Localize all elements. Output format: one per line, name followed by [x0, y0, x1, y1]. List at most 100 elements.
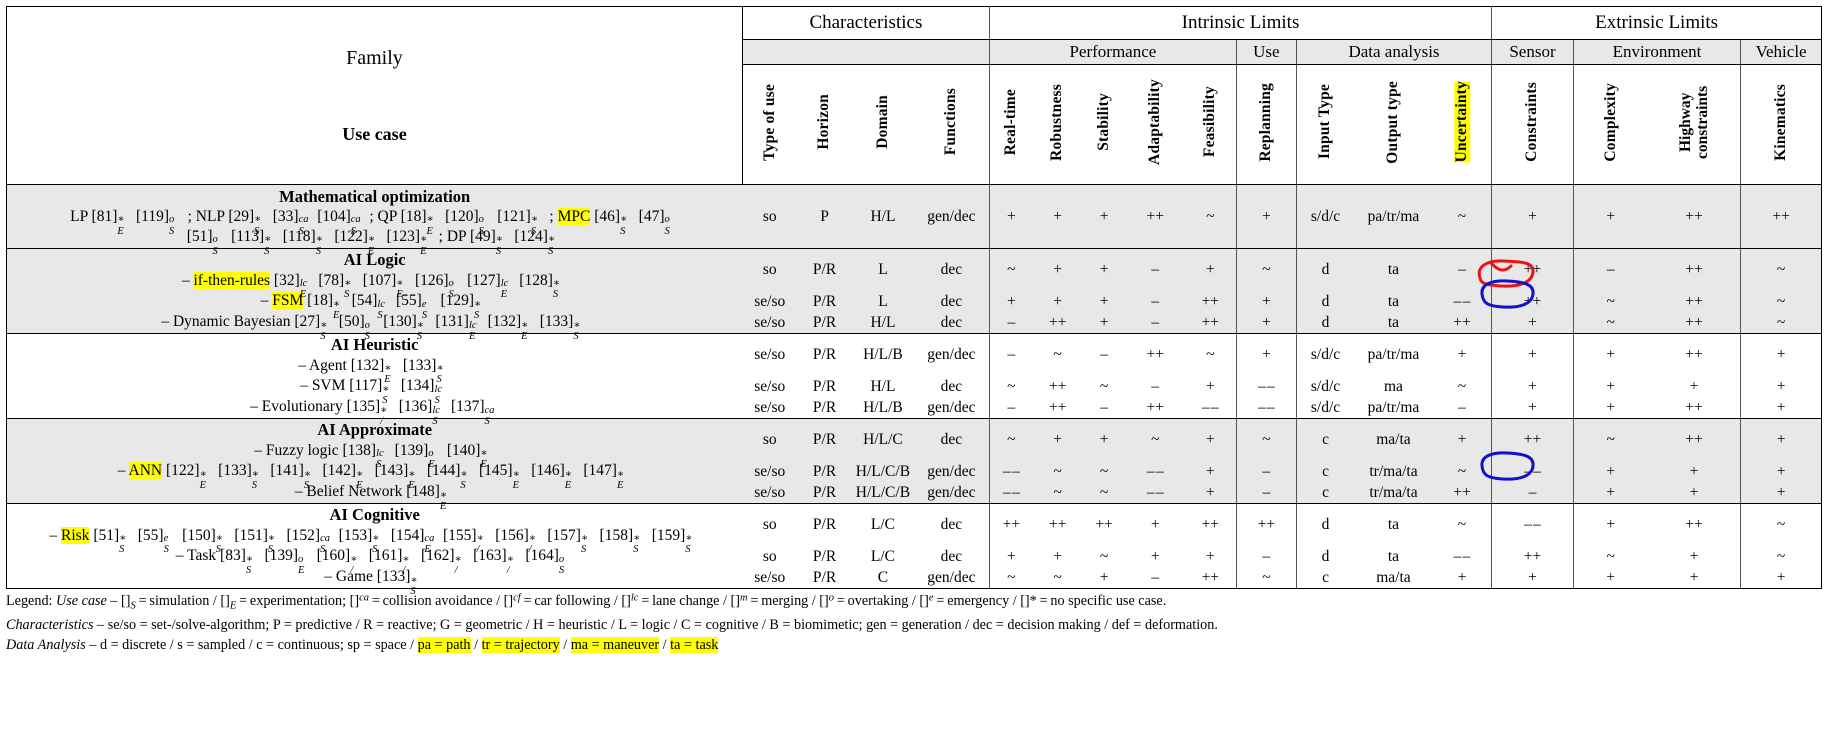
cell-robustness: ++: [1032, 397, 1083, 419]
header-group-characteristics: Characteristics: [742, 6, 990, 40]
legend-line-1: Legend: Use case – []S = simulation / []…: [6, 591, 1822, 615]
cell-replanning: ~: [1236, 248, 1297, 291]
cell-uncertainty: +: [1432, 418, 1493, 461]
cell-feasibility: +: [1184, 376, 1237, 397]
usecase-refs: – FSM [18] ∗ E [54] lc S [55] e S [129] ∗ S: [260, 292, 482, 322]
cell-adaptability: – –: [1146, 462, 1164, 480]
cell-horizon: P/R: [812, 377, 837, 395]
cell-horizon: P/R: [797, 567, 852, 589]
cell-highway-constraints: ++: [1647, 418, 1742, 461]
cell-stability: ++: [1082, 503, 1126, 546]
table-row: – SVM [117] ∗ S [134] lc Sse/so P/R H/L dec ~ ++ ~…: [6, 376, 1822, 406]
cell-domain: L/C: [870, 547, 895, 565]
header-family-label: Family: [346, 46, 403, 69]
cell-kinematics: +: [1740, 482, 1822, 504]
legend-characteristics-title: Characteristics: [6, 616, 94, 633]
table-row: AI Cognitive – Risk [51] ∗ S [55] e S [150] ∗ S…: [6, 503, 1822, 556]
cell-functions: gen/dec: [913, 567, 990, 589]
cell-type-of-use: so: [742, 503, 798, 546]
cell-horizon: P/R: [812, 292, 837, 310]
cell-real-time: ~: [989, 248, 1033, 291]
cell-robustness: ++: [1048, 377, 1067, 395]
cell-feasibility: ++: [1184, 567, 1237, 589]
cell-constraints: –: [1491, 482, 1574, 504]
legend-usecase-title: Use case: [56, 593, 107, 609]
cell-highway-constraints: ++: [1647, 291, 1742, 312]
cell-domain: H/L/B: [851, 397, 914, 419]
legend-usecase-text: – []S = simulation / []E = experimentati…: [110, 592, 1167, 612]
cell-functions: dec: [913, 312, 990, 334]
cell-replanning: –: [1236, 461, 1297, 482]
cell-type-of-use: so: [762, 547, 777, 565]
cell-kinematics: ~: [1740, 546, 1822, 567]
section-title: Mathematical optimization: [279, 186, 471, 206]
cell-uncertainty: ~: [1432, 461, 1493, 482]
cell-kinematics: ++: [1740, 184, 1822, 249]
cell-robustness: +: [1053, 547, 1062, 565]
cell-output-type: ma/ta: [1354, 567, 1433, 589]
cell-input-type: d: [1296, 503, 1355, 546]
cell-type-of-use: se/so: [742, 567, 798, 589]
cell-type-of-use: se/so: [742, 397, 798, 419]
header-subgroup-dataanalysis: Data analysis: [1296, 39, 1493, 65]
cell-constraints: +: [1491, 312, 1574, 334]
cell-stability: +: [1082, 567, 1126, 589]
cell-horizon: P/R: [797, 418, 852, 461]
cell-complexity: ~: [1606, 547, 1615, 565]
cell-stability: +: [1082, 312, 1126, 334]
cell-kinematics: +: [1740, 397, 1822, 419]
cell-highway-constraints: ++: [1647, 248, 1742, 291]
cell-real-time: +: [989, 184, 1033, 249]
table-row: – Belief Network [148] ∗ E se/so P/R H/L/C/B g…: [6, 482, 1822, 512]
cell-stability: –: [1082, 333, 1126, 376]
header-usecase-label: Use case: [342, 123, 407, 144]
header-subgroup-performance: Performance: [989, 39, 1237, 65]
cell-replanning: +: [1236, 291, 1297, 312]
cell-uncertainty: – –: [1432, 291, 1493, 312]
col-horizon: Horizon: [797, 64, 852, 185]
cell-horizon: P: [797, 184, 852, 249]
cell-highway-constraints: ++: [1647, 503, 1742, 546]
cell-complexity: ~: [1573, 312, 1648, 334]
cell-real-time: ++: [989, 503, 1033, 546]
cell-real-time: – –: [1002, 462, 1020, 480]
cell-horizon: P/R: [812, 462, 837, 480]
usecase-refs: – Agent [132] ∗ E [133] ∗ S: [298, 356, 444, 386]
cell-output-type: ta: [1387, 547, 1400, 565]
cell-uncertainty: +: [1432, 567, 1493, 589]
usecase-refs: – Risk [51] ∗ S [55] e S [150] ∗ S [151] ∗ S [15…: [49, 526, 693, 556]
cell-functions: gen/dec: [913, 482, 990, 504]
cell-adaptability: –: [1125, 248, 1185, 291]
cell-domain: H/L: [851, 184, 914, 249]
legend-hl-pa: pa = path: [417, 636, 471, 653]
cell-functions: gen/dec: [913, 333, 990, 376]
cell-type-of-use: se/so: [742, 312, 798, 334]
cell-domain: H/L/C: [851, 418, 914, 461]
cell-stability: +: [1082, 418, 1126, 461]
cell-functions: dec: [913, 418, 990, 461]
table-sheet: Family Use case Characteristics Intrinsi…: [0, 6, 1828, 739]
cell-input-type: c: [1296, 482, 1355, 504]
cell-replanning: ~: [1236, 418, 1297, 461]
legend-hl-ma: ma = maneuver: [570, 636, 660, 653]
cell-robustness: ++: [1032, 312, 1083, 334]
cell-replanning: – –: [1236, 397, 1297, 419]
legend-line-3: Data Analysis – d = discrete / s = sampl…: [6, 636, 719, 653]
cell-functions: gen/dec: [913, 461, 990, 482]
table-row: – ANN [122] ∗ E [133] ∗ S [141] ∗ S [142] ∗ E [1…: [6, 461, 1822, 491]
cell-input-type: c: [1296, 418, 1355, 461]
cell-kinematics: ~: [1740, 503, 1822, 546]
cell-feasibility: +: [1184, 461, 1237, 482]
legend-dataanalysis-title: Data Analysis: [6, 636, 86, 653]
cell-type-of-use: so: [742, 418, 798, 461]
cell-robustness: ~: [1032, 333, 1083, 376]
cell-stability: +: [1082, 248, 1126, 291]
cell-feasibility: ~: [1184, 333, 1237, 376]
cell-functions: dec: [913, 546, 990, 567]
cell-uncertainty: ++: [1432, 482, 1493, 504]
cell-domain: H/L: [851, 312, 914, 334]
cell-feasibility: +: [1184, 482, 1237, 504]
cell-stability: ~: [1099, 547, 1109, 565]
header-subgroup-blank: [742, 39, 990, 65]
cell-type-of-use: se/so: [754, 377, 786, 395]
